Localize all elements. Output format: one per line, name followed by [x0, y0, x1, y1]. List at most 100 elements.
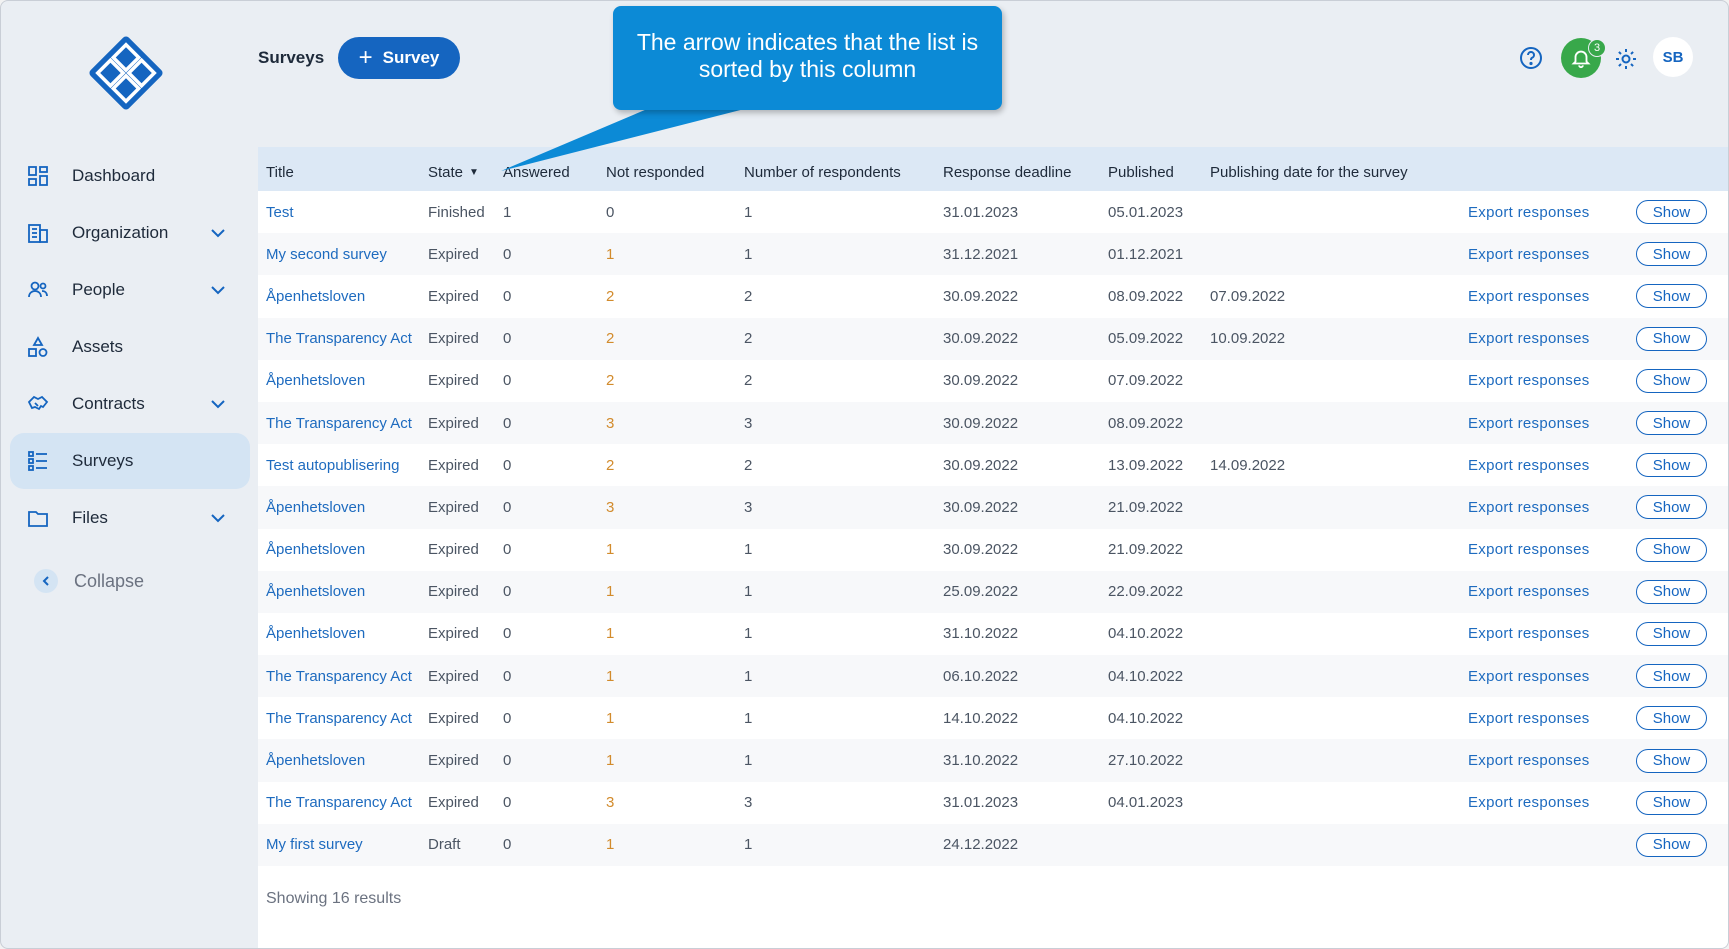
show-button[interactable]: Show	[1636, 368, 1707, 393]
publishing-date	[1210, 739, 1468, 781]
survey-title-link[interactable]: The Transparency Act	[266, 794, 412, 811]
export-responses-link[interactable]: Export responses	[1468, 372, 1590, 389]
chevron-down-icon[interactable]	[208, 280, 228, 300]
column-header-answered[interactable]: Answered	[503, 147, 606, 191]
export-responses-link[interactable]: Export responses	[1468, 330, 1590, 347]
notification-count-badge: 3	[1588, 39, 1606, 57]
sidebar-item-assets[interactable]: Assets	[10, 319, 250, 375]
not-responded-count: 1	[606, 541, 615, 559]
table-row: The Transparency Act Expired 0 1 1 14.10.2022…	[258, 697, 1728, 739]
answered-count: 0	[503, 498, 512, 516]
sidebar-item-dashboard[interactable]: Dashboard	[10, 148, 250, 204]
not-responded-count: 2	[606, 287, 615, 305]
table-row: Åpenhetsloven Expired 0 1 1 31.10.2022 27.10.2…	[258, 739, 1728, 782]
show-button[interactable]: Show	[1636, 664, 1707, 689]
export-responses-link[interactable]: Export responses	[1468, 246, 1590, 263]
survey-state: Expired	[428, 414, 479, 432]
export-responses-link[interactable]: Export responses	[1468, 625, 1590, 642]
column-header-response-deadline[interactable]: Response deadline	[943, 147, 1108, 191]
add-survey-button[interactable]: + Survey	[338, 37, 460, 79]
respondents-count: 1	[744, 541, 753, 559]
export-responses-link[interactable]: Export responses	[1468, 415, 1590, 432]
chevron-down-icon[interactable]	[208, 223, 228, 243]
gear-icon[interactable]	[1613, 46, 1639, 72]
survey-state: Expired	[428, 625, 479, 643]
answered-count: 0	[503, 414, 512, 432]
sidebar-item-label: Dashboard	[72, 166, 156, 185]
export-responses-link[interactable]: Export responses	[1468, 288, 1590, 305]
show-button[interactable]: Show	[1636, 200, 1707, 225]
column-header-publishing-date[interactable]: Publishing date for the survey	[1210, 147, 1468, 191]
show-button[interactable]: Show	[1636, 495, 1707, 520]
respondents-count: 2	[744, 287, 753, 305]
sidebar-nav: Dashboard Organization People Assets Con…	[10, 148, 250, 547]
sidebar-item-contracts[interactable]: Contracts	[10, 376, 250, 432]
collapse-sidebar-button[interactable]: Collapse	[34, 569, 144, 593]
export-responses-link[interactable]: Export responses	[1468, 710, 1590, 727]
response-deadline: 24.12.2022	[943, 836, 1019, 854]
survey-state: Expired	[428, 372, 479, 390]
export-responses-link[interactable]: Export responses	[1468, 541, 1590, 558]
show-button[interactable]: Show	[1636, 579, 1707, 604]
sidebar-item-surveys[interactable]: Surveys	[10, 433, 250, 489]
export-responses-link[interactable]: Export responses	[1468, 583, 1590, 600]
chevron-down-icon[interactable]	[208, 394, 228, 414]
show-button[interactable]: Show	[1636, 242, 1707, 267]
sidebar-item-people[interactable]: People	[10, 262, 250, 318]
table-row: Åpenhetsloven Expired 0 1 1 25.09.2022 22.09.2…	[258, 570, 1728, 613]
show-button[interactable]: Show	[1636, 706, 1707, 731]
show-button[interactable]: Show	[1636, 790, 1707, 815]
column-header-title[interactable]: Title	[258, 147, 428, 191]
chevron-down-icon[interactable]	[208, 508, 228, 528]
answered-count: 0	[503, 836, 512, 854]
response-deadline: 31.10.2022	[943, 625, 1019, 643]
survey-title-link[interactable]: My second survey	[266, 246, 387, 263]
survey-title-link[interactable]: Test autopublisering	[266, 457, 399, 474]
show-button[interactable]: Show	[1636, 832, 1707, 857]
answered-count: 0	[503, 794, 512, 812]
help-icon[interactable]	[1519, 46, 1543, 70]
show-button[interactable]: Show	[1636, 453, 1707, 478]
show-button[interactable]: Show	[1636, 326, 1707, 351]
table-row: Åpenhetsloven Expired 0 2 2 30.09.2022 07.09.2…	[258, 360, 1728, 402]
show-button[interactable]: Show	[1636, 748, 1707, 773]
survey-title-link[interactable]: Åpenhetsloven	[266, 372, 365, 389]
show-button[interactable]: Show	[1636, 284, 1707, 309]
survey-title-link[interactable]: The Transparency Act	[266, 668, 412, 685]
column-header-state[interactable]: State ▼	[428, 147, 503, 191]
survey-title-link[interactable]: The Transparency Act	[266, 330, 412, 347]
column-header-number-of-respondents[interactable]: Number of respondents	[744, 147, 943, 191]
not-responded-count: 3	[606, 498, 615, 516]
survey-title-link[interactable]: The Transparency Act	[266, 710, 412, 727]
column-header-published[interactable]: Published	[1108, 147, 1210, 191]
export-responses-link[interactable]: Export responses	[1468, 457, 1590, 474]
answered-count: 0	[503, 541, 512, 559]
export-responses-link[interactable]: Export responses	[1468, 499, 1590, 516]
survey-title-link[interactable]: Åpenhetsloven	[266, 541, 365, 558]
survey-title-link[interactable]: Åpenhetsloven	[266, 583, 365, 600]
column-header-actions	[1636, 147, 1728, 191]
answered-count: 0	[503, 667, 512, 685]
table-row: My second survey Expired 0 1 1 31.12.2021 01.1…	[258, 233, 1728, 276]
sidebar-item-organization[interactable]: Organization	[10, 205, 250, 261]
published-date: 07.09.2022	[1108, 372, 1184, 390]
survey-title-link[interactable]: Åpenhetsloven	[266, 625, 365, 642]
survey-title-link[interactable]: My first survey	[266, 836, 363, 853]
survey-title-link[interactable]: Åpenhetsloven	[266, 288, 365, 305]
user-avatar[interactable]: SB	[1653, 37, 1693, 77]
company-logo[interactable]	[87, 34, 165, 112]
export-responses-link[interactable]: Export responses	[1468, 668, 1590, 685]
show-button[interactable]: Show	[1636, 537, 1707, 562]
survey-title-link[interactable]: Test	[266, 204, 294, 221]
column-header-not-responded[interactable]: Not responded	[606, 147, 744, 191]
sidebar-item-files[interactable]: Files	[10, 490, 250, 546]
export-responses-link[interactable]: Export responses	[1468, 752, 1590, 769]
survey-title-link[interactable]: The Transparency Act	[266, 415, 412, 432]
export-responses-link[interactable]: Export responses	[1468, 204, 1590, 221]
survey-title-link[interactable]: Åpenhetsloven	[266, 499, 365, 516]
response-deadline: 30.09.2022	[943, 498, 1019, 516]
survey-title-link[interactable]: Åpenhetsloven	[266, 752, 365, 769]
export-responses-link[interactable]: Export responses	[1468, 794, 1590, 811]
show-button[interactable]: Show	[1636, 411, 1707, 436]
show-button[interactable]: Show	[1636, 621, 1707, 646]
